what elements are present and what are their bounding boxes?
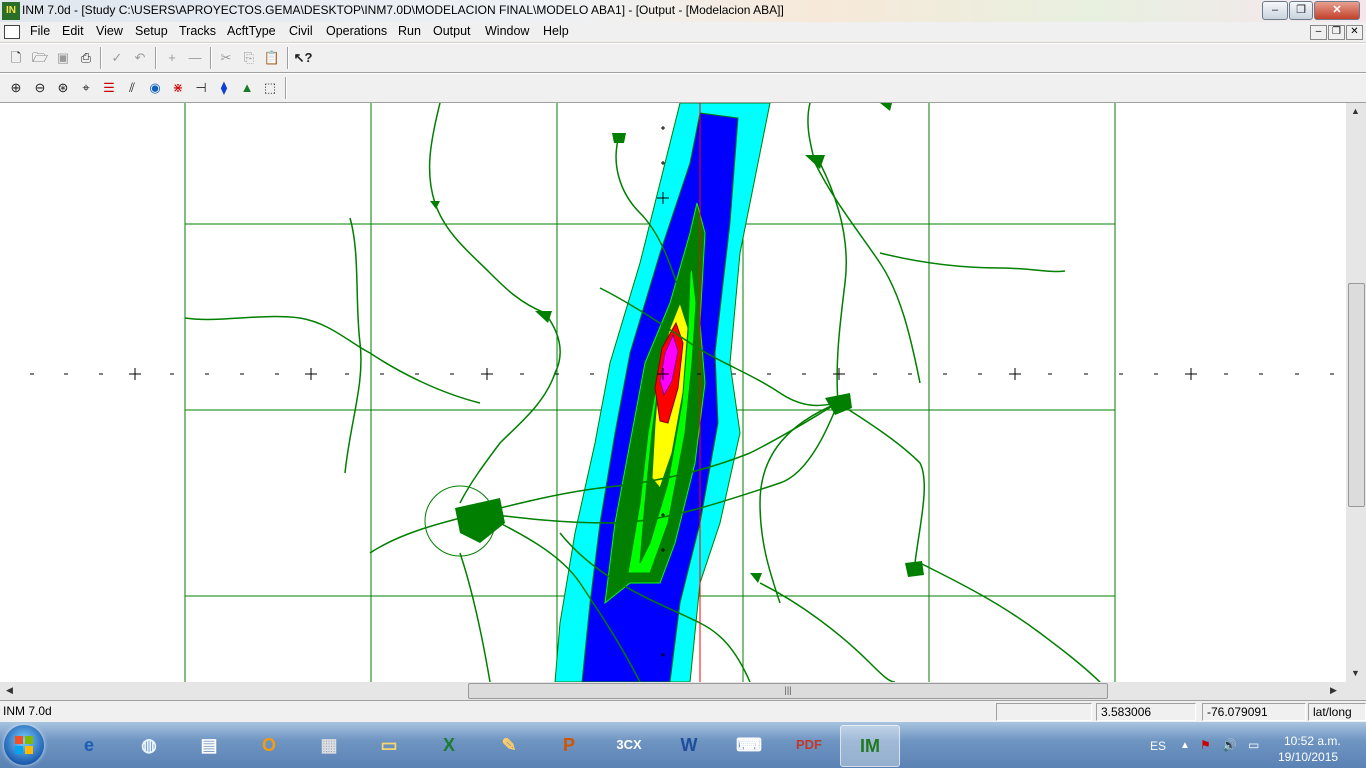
vertical-scrollbar[interactable]: ▲ ▼ (1346, 103, 1366, 682)
clock-time[interactable]: 10:52 a.m. (1284, 734, 1341, 748)
map-canvas[interactable] (0, 103, 1346, 682)
mdi-minimize-button[interactable]: – (1310, 25, 1327, 40)
print-icon[interactable]: ⎙ (76, 48, 96, 68)
scroll-corner (1346, 682, 1366, 700)
taskbar-google-earth-icon[interactable]: ◍ (120, 725, 178, 765)
mdi-restore-button[interactable]: ❐ (1328, 25, 1345, 40)
contours-icon[interactable]: ◉ (145, 78, 165, 98)
minimize-button[interactable]: – (1262, 1, 1288, 20)
latitude-readout: 3.583006 (1096, 703, 1196, 721)
map-toolbar: ⊕ ⊖ ⊛ ⌖ ☰ ⫽ ◉ ⋇ ⊣ ⧫ ▲ ⬚ (0, 73, 1366, 103)
noise-contour-map[interactable] (0, 103, 1346, 682)
horizontal-scroll-thumb[interactable]: ||| (468, 683, 1108, 699)
help-pointer-icon[interactable]: ↖? (293, 48, 313, 68)
check-icon[interactable]: ✓ (107, 48, 127, 68)
copy-icon[interactable]: ⎘ (239, 48, 259, 68)
menu-run[interactable]: Run (398, 24, 421, 38)
cut-icon[interactable]: ✂ (216, 48, 236, 68)
taskbar-excel-icon[interactable]: X (420, 725, 478, 765)
menu-output[interactable]: Output (433, 24, 471, 38)
taskbar-ie-icon[interactable]: e (60, 725, 118, 765)
title-bar: IN INM 7.0d - [Study C:\USERS\APROYECTOS… (0, 0, 1366, 22)
taskbar-3cx-icon[interactable]: 3CX (600, 725, 658, 765)
vertical-scroll-thumb[interactable] (1348, 283, 1365, 507)
taskbar: e ◍ ▤ O ▦ ▭ X ✎ P 3CX W ⌨ PDF IM ES ▲ ⚑ … (0, 722, 1366, 768)
menu-window[interactable]: Window (485, 24, 529, 38)
tray-expand-icon[interactable]: ▲ (1180, 740, 1190, 751)
monitor-icon[interactable]: ▭ (1248, 738, 1259, 752)
scroll-left-icon[interactable]: ◀ (6, 685, 13, 696)
taskbar-paint-icon[interactable]: ✎ (480, 725, 538, 765)
longitude-readout: -76.079091 (1202, 703, 1306, 721)
status-bar: INM 7.0d 3.583006 -76.079091 lat/long (0, 700, 1366, 722)
runway-icon[interactable]: ⊣ (191, 78, 211, 98)
standard-toolbar: 🗋 🗁 ▣ ⎙ ✓ ↶ + — ✂ ⎘ 📋 ↖? (0, 43, 1366, 73)
toolbar-separator (287, 47, 289, 69)
taskbar-calculator-icon[interactable]: ▦ (300, 725, 358, 765)
scroll-up-icon[interactable]: ▲ (1351, 106, 1360, 116)
taskbar-outlook-icon[interactable]: O (240, 725, 298, 765)
network-error-icon[interactable]: ⚑ (1200, 738, 1211, 752)
menu-file[interactable]: File (30, 24, 50, 38)
status-field (996, 703, 1092, 721)
new-icon[interactable]: 🗋 (6, 48, 26, 68)
maximize-button[interactable]: ❐ (1289, 1, 1313, 20)
toolbar-separator (100, 47, 102, 69)
inm-app-icon[interactable]: IN (2, 2, 20, 20)
taskbar-explorer-icon[interactable]: ▭ (360, 725, 418, 765)
zoom-window-icon[interactable]: ⊛ (53, 78, 73, 98)
menu-civil[interactable]: Civil (289, 24, 313, 38)
bounds-icon[interactable]: ⬚ (260, 78, 280, 98)
menu-setup[interactable]: Setup (135, 24, 168, 38)
taskbar-word-icon[interactable]: W (660, 725, 718, 765)
tracks-icon[interactable]: ⫽ (122, 78, 142, 98)
save-icon[interactable]: ▣ (53, 48, 73, 68)
remove-icon[interactable]: — (185, 48, 205, 68)
coord-units: lat/long (1308, 703, 1366, 721)
menu-tracks[interactable]: Tracks (179, 24, 216, 38)
toolbar-separator (285, 77, 287, 99)
window-title: INM 7.0d - [Study C:\USERS\APROYECTOS.GE… (22, 3, 784, 17)
toolbar-separator (155, 47, 157, 69)
windows-logo-icon (15, 736, 33, 754)
horizontal-scrollbar[interactable]: ◀ ||| ▶ (0, 682, 1346, 700)
menu-bar: File Edit View Setup Tracks AcftType Civ… (0, 22, 1366, 42)
zoom-out-icon[interactable]: ⊖ (30, 78, 50, 98)
taskbar-pdf-icon[interactable]: PDF (780, 725, 838, 765)
toolbar-separator (210, 47, 212, 69)
scroll-down-icon[interactable]: ▼ (1351, 668, 1360, 678)
menu-edit[interactable]: Edit (62, 24, 84, 38)
add-icon[interactable]: + (162, 48, 182, 68)
start-button[interactable] (4, 725, 44, 765)
recenter-icon[interactable]: ⌖ (76, 78, 96, 98)
open-icon[interactable]: 🗁 (30, 48, 50, 68)
scroll-right-icon[interactable]: ▶ (1330, 685, 1337, 696)
volume-icon[interactable]: 🔊 (1222, 738, 1237, 752)
taskbar-inm-icon[interactable]: IM (840, 725, 900, 767)
zoom-in-icon[interactable]: ⊕ (6, 78, 26, 98)
taskbar-powerpoint-icon[interactable]: P (540, 725, 598, 765)
menu-acfttype[interactable]: AcftType (227, 24, 276, 38)
document-icon[interactable] (4, 25, 20, 39)
terrain-icon[interactable]: ▲ (237, 78, 257, 98)
mdi-close-button[interactable]: ✕ (1346, 25, 1363, 40)
layers-icon[interactable]: ☰ (99, 78, 119, 98)
menu-help[interactable]: Help (543, 24, 569, 38)
language-indicator[interactable]: ES (1150, 739, 1166, 753)
status-app-label: INM 7.0d (3, 704, 52, 718)
taskbar-remote-desktop-icon[interactable]: ▤ (180, 725, 238, 765)
grid-points-icon[interactable]: ⋇ (168, 78, 188, 98)
menu-view[interactable]: View (96, 24, 123, 38)
paste-icon[interactable]: 📋 (262, 48, 282, 68)
undo-icon[interactable]: ↶ (130, 48, 150, 68)
menu-operations[interactable]: Operations (326, 24, 387, 38)
taskbar-connect-icon[interactable]: ⌨ (720, 725, 778, 765)
locations-icon[interactable]: ⧫ (214, 78, 234, 98)
close-button[interactable]: ✕ (1314, 1, 1360, 20)
clock-date[interactable]: 19/10/2015 (1278, 750, 1338, 764)
